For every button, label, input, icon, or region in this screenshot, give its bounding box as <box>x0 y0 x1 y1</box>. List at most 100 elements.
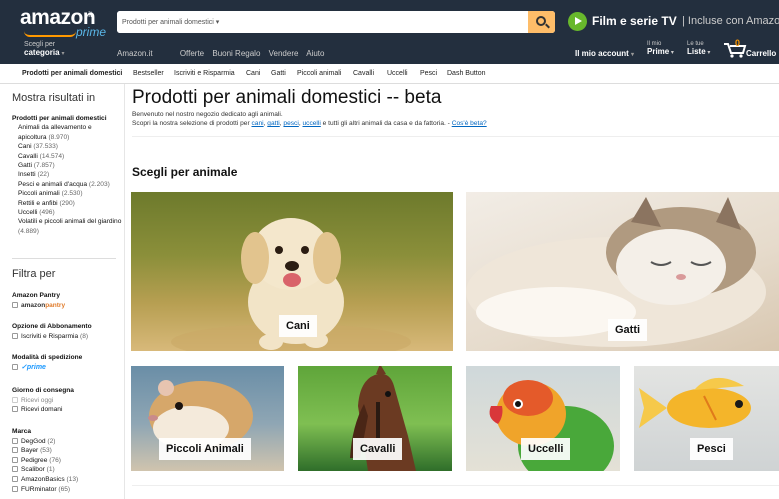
department-subnav: Prodotti per animali domestici Bestselle… <box>0 64 779 84</box>
delivery-filter: Giorno di consegna Ricevi oggi Ricevi do… <box>12 386 74 415</box>
category-count: (8.970) <box>48 133 70 141</box>
search-icon-handle <box>545 23 550 29</box>
brand-title: Marca <box>12 428 32 435</box>
subnav-item-horses[interactable]: Cavalli <box>353 70 374 77</box>
subnav-item-birds[interactable]: Uccelli <box>387 70 408 77</box>
shipping-title: Modalità di spedizione <box>12 354 83 361</box>
subscription-option[interactable]: Iscriviti e Risparmia (8) <box>12 332 92 342</box>
category-item[interactable]: Piccoli animali (2.530) <box>12 189 122 198</box>
pantry-filter: Amazon Pantry amazonpantry <box>12 291 65 310</box>
cart-label: Carrello <box>746 49 777 58</box>
nav-link-home[interactable]: Amazon.it <box>117 49 153 58</box>
checkbox[interactable] <box>12 456 18 463</box>
subnav-item-subscribe-save[interactable]: Iscriviti e Risparmia <box>174 70 235 77</box>
nav-link-offers[interactable]: Offerte <box>180 49 204 58</box>
delivery-label: Ricevi domani <box>21 406 63 414</box>
category-item[interactable]: Gatti (7.857) <box>12 161 122 170</box>
logo-smile-icon <box>24 31 76 37</box>
account-menu[interactable]: Il mio account ▾ <box>575 49 634 58</box>
tile-cats[interactable]: Gatti <box>466 192 779 351</box>
checkbox[interactable] <box>12 466 18 473</box>
brand-filter: Marca DegGod (2) Bayer (53) Pedigree (76… <box>12 427 78 494</box>
category-label: Cani <box>18 143 32 151</box>
category-item[interactable]: Pesci e animali d'acqua (2.203) <box>12 180 122 189</box>
intro-prefix: Scopri la nostra selezione di prodotti p… <box>132 120 250 127</box>
checkbox[interactable] <box>12 332 18 339</box>
category-item[interactable]: Volatili e piccoli animali del giardino … <box>12 217 122 236</box>
category-label: Cavalli <box>18 152 38 160</box>
category-root[interactable]: Prodotti per animali domestici <box>12 114 122 123</box>
main-content: Prodotti per animali domestici -- beta B… <box>125 84 779 499</box>
category-count: (290) <box>59 199 75 207</box>
subnav-item-bestseller[interactable]: Bestseller <box>133 70 164 77</box>
checkbox[interactable] <box>12 475 18 482</box>
subscription-filter: Opzione di Abbonamento Iscriviti e Rispa… <box>12 322 92 341</box>
intro-link-birds[interactable]: uccelli <box>303 120 321 127</box>
promo-subtitle: | Incluse con Amazon Prime <box>682 15 779 27</box>
checkbox[interactable] <box>12 396 18 403</box>
category-item[interactable]: Insetti (22) <box>12 170 122 179</box>
filter-sidebar: Mostra risultati in Prodotti per animali… <box>0 84 125 499</box>
search-department-label: Prodotti per animali domestici <box>122 19 214 26</box>
tile-horses[interactable]: Cavalli <box>298 366 452 471</box>
brand-option[interactable]: DegGod (2) <box>12 437 78 447</box>
brand-option[interactable]: FURminator (65) <box>12 485 78 495</box>
brand-option[interactable]: Pedigree (76) <box>12 456 78 466</box>
intro-link-dogs[interactable]: cani <box>252 120 264 127</box>
category-count: (496) <box>39 209 55 217</box>
logo-tld: .it <box>86 10 93 19</box>
cart-count: 0 <box>735 38 741 48</box>
intro-link-fish[interactable]: pesci <box>283 120 298 127</box>
shipping-option[interactable]: ✓prime <box>12 363 82 373</box>
amazon-prime-logo[interactable]: amazon .it prime <box>20 6 120 39</box>
search-bar: Prodotti per animali domestici ▾ <box>117 11 555 33</box>
checkbox[interactable] <box>12 301 18 308</box>
brand-option[interactable]: Scalibor (1) <box>12 465 78 475</box>
brand-label: AmazonBasics <box>21 475 65 483</box>
category-menu-button[interactable]: Scegli per categoria ▾ <box>24 41 65 58</box>
checkbox[interactable] <box>12 437 18 444</box>
divider <box>132 136 779 137</box>
nav-link-gift-cards[interactable]: Buoni Regalo <box>212 49 260 58</box>
nav-link-sell[interactable]: Vendere <box>269 49 299 58</box>
category-item[interactable]: Cani (37.533) <box>12 142 122 151</box>
subnav-item-fish[interactable]: Pesci <box>420 70 437 77</box>
delivery-option[interactable]: Ricevi oggi <box>12 396 74 406</box>
subnav-item-small-animals[interactable]: Piccoli animali <box>297 70 341 77</box>
category-item[interactable]: Cavalli (14.574) <box>12 152 122 161</box>
my-prime-menu[interactable]: Il mio Prime ▾ <box>647 41 674 57</box>
tile-small-animals[interactable]: Piccoli Animali <box>131 366 284 471</box>
brand-option[interactable]: AmazonBasics (13) <box>12 475 78 485</box>
category-item[interactable]: Rettili e anfibi (290) <box>12 199 122 208</box>
delivery-option[interactable]: Ricevi domani <box>12 405 74 415</box>
category-item[interactable]: Uccelli (496) <box>12 208 122 217</box>
checkbox[interactable] <box>12 447 18 454</box>
brand-option[interactable]: Bayer (53) <box>12 446 78 456</box>
checkbox[interactable] <box>12 485 18 492</box>
account-label: Il mio account <box>575 49 629 58</box>
results-heading: Mostra risultati in <box>12 92 96 104</box>
search-button[interactable] <box>528 11 555 33</box>
category-item[interactable]: Animali da allevamento e apicoltura (8.9… <box>12 123 122 142</box>
cart-button[interactable]: 0 Carrello <box>723 38 779 62</box>
subnav-item-dogs[interactable]: Cani <box>246 70 260 77</box>
subnav-item-cats[interactable]: Gatti <box>271 70 286 77</box>
tile-birds[interactable]: Uccelli <box>466 366 620 471</box>
lists-menu[interactable]: Le tue Liste ▾ <box>687 41 710 57</box>
promo-title: Film e serie TV <box>592 14 677 28</box>
subnav-item-dash-button[interactable]: Dash Button <box>447 70 486 77</box>
play-icon <box>568 12 587 31</box>
checkbox[interactable] <box>12 406 18 413</box>
divider <box>132 485 779 486</box>
intro-link-cats[interactable]: gatti <box>267 120 279 127</box>
search-department-select[interactable]: Prodotti per animali domestici ▾ <box>117 11 225 33</box>
beta-link[interactable]: Cos'è beta? <box>452 120 487 127</box>
nav-link-help[interactable]: Aiuto <box>306 49 324 58</box>
category-count: (7.857) <box>33 162 55 170</box>
tile-dogs[interactable]: Cani <box>131 192 453 351</box>
pantry-option[interactable]: amazonpantry <box>12 301 65 311</box>
delivery-title: Giorno di consegna <box>12 387 74 394</box>
brand-count: (13) <box>66 475 79 483</box>
checkbox[interactable] <box>12 363 18 370</box>
tile-fish[interactable]: Pesci <box>634 366 779 471</box>
